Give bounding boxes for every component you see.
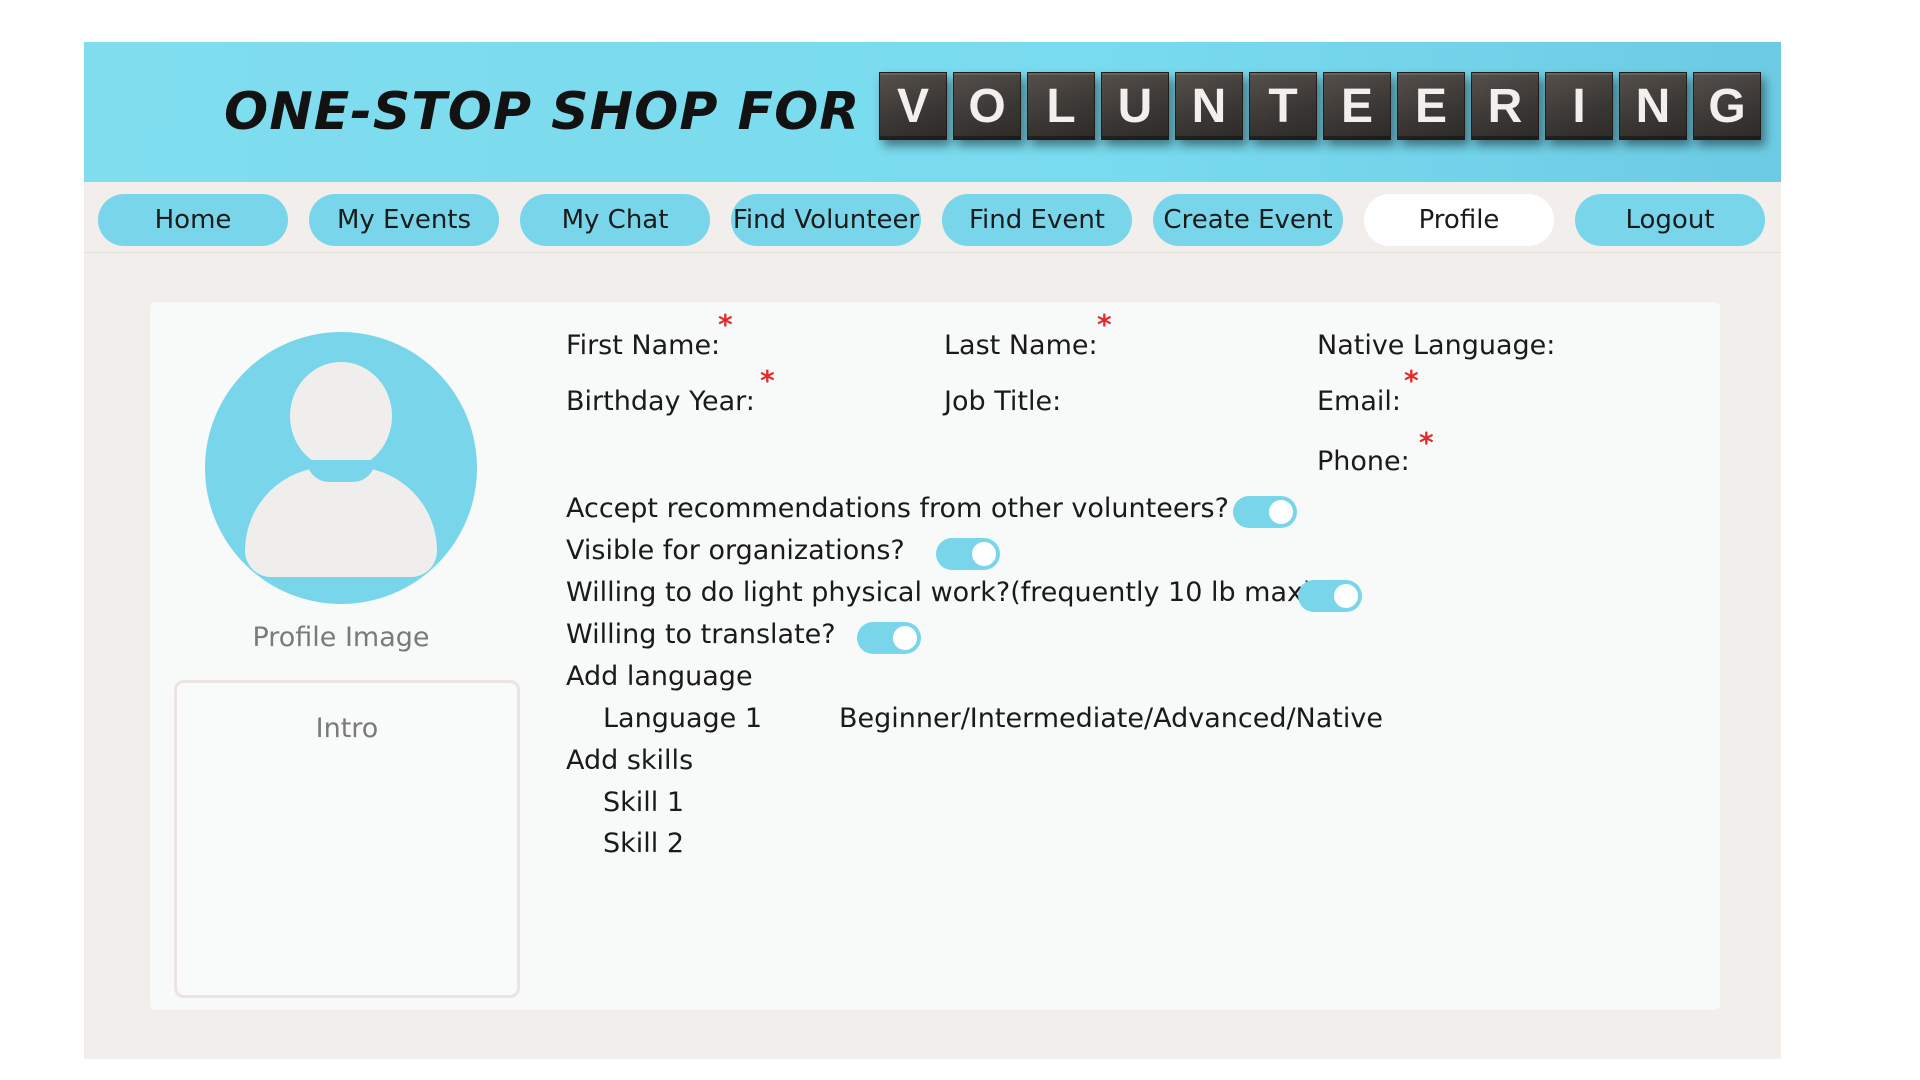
nav-find-volunteer-button[interactable]: Find Volunteer xyxy=(731,194,921,246)
nav-my-events-button[interactable]: My Events xyxy=(309,194,499,246)
avatar-body-shape xyxy=(245,467,437,577)
avatar-head-shape xyxy=(290,362,392,470)
letter-tile: G xyxy=(1693,72,1761,140)
toggle-knob xyxy=(893,626,917,650)
toggle-label-visible: Visible for organizations? xyxy=(566,535,905,566)
required-marker: * xyxy=(1404,364,1419,397)
main-nav: Home My Events My Chat Find Volunteer Fi… xyxy=(84,182,1781,253)
toggle-knob xyxy=(972,542,996,566)
toggle-knob xyxy=(1269,500,1293,524)
language-level-options[interactable]: Beginner/Intermediate/Advanced/Native xyxy=(839,703,1383,734)
nav-profile-button[interactable]: Profile xyxy=(1364,194,1554,246)
required-marker: * xyxy=(1097,308,1112,341)
letter-tile: N xyxy=(1175,72,1243,140)
translate-toggle[interactable] xyxy=(857,622,921,654)
letter-tile: E xyxy=(1397,72,1465,140)
required-marker: * xyxy=(1419,426,1434,459)
add-skills-link[interactable]: Add skills xyxy=(566,745,693,776)
email-label[interactable]: Email: xyxy=(1317,386,1401,417)
letter-tile: R xyxy=(1471,72,1539,140)
phone-label[interactable]: Phone: xyxy=(1317,446,1410,477)
required-marker: * xyxy=(718,308,733,341)
last-name-label[interactable]: Last Name: xyxy=(944,330,1098,361)
nav-my-chat-button[interactable]: My Chat xyxy=(520,194,710,246)
nav-home-button[interactable]: Home xyxy=(98,194,288,246)
toggle-knob xyxy=(1334,584,1358,608)
intro-box[interactable]: Intro xyxy=(174,680,520,998)
native-language-label[interactable]: Native Language: xyxy=(1317,330,1555,361)
profile-image-label: Profile Image xyxy=(252,622,430,653)
toggle-label-translate: Willing to translate? xyxy=(566,619,836,650)
letter-tile: L xyxy=(1027,72,1095,140)
app-frame: ONE-STOP SHOP FOR V O L U N T E E R I N … xyxy=(84,42,1781,1059)
physical-work-toggle[interactable] xyxy=(1298,580,1362,612)
letter-tile: N xyxy=(1619,72,1687,140)
first-name-label[interactable]: First Name: xyxy=(566,330,720,361)
language-item[interactable]: Language 1 xyxy=(603,703,762,734)
toggle-label-physical-work: Willing to do light physical work?(frequ… xyxy=(566,577,1314,608)
intro-label: Intro xyxy=(315,713,379,744)
toggle-label-recommendations: Accept recommendations from other volunt… xyxy=(566,493,1229,524)
letter-tile: T xyxy=(1249,72,1317,140)
required-marker: * xyxy=(760,364,775,397)
letter-tile: U xyxy=(1101,72,1169,140)
birthday-year-label[interactable]: Birthday Year: xyxy=(566,386,755,417)
nav-logout-button[interactable]: Logout xyxy=(1575,194,1765,246)
visible-toggle[interactable] xyxy=(936,538,1000,570)
skill-item[interactable]: Skill 1 xyxy=(603,787,684,818)
profile-card: Profile Image Intro First Name: * Last N… xyxy=(150,302,1720,1010)
profile-image[interactable] xyxy=(205,332,477,604)
letter-tile: E xyxy=(1323,72,1391,140)
header-banner: ONE-STOP SHOP FOR V O L U N T E E R I N … xyxy=(84,42,1781,182)
volunteering-tiles: V O L U N T E E R I N G xyxy=(879,72,1761,140)
nav-find-event-button[interactable]: Find Event xyxy=(942,194,1132,246)
skill-item[interactable]: Skill 2 xyxy=(603,828,684,859)
job-title-label[interactable]: Job Title: xyxy=(944,386,1061,417)
nav-create-event-button[interactable]: Create Event xyxy=(1153,194,1343,246)
banner-title: ONE-STOP SHOP FOR xyxy=(224,82,861,142)
recommendations-toggle[interactable] xyxy=(1233,496,1297,528)
add-language-link[interactable]: Add language xyxy=(566,661,753,692)
letter-tile: V xyxy=(879,72,947,140)
letter-tile: I xyxy=(1545,72,1613,140)
letter-tile: O xyxy=(953,72,1021,140)
